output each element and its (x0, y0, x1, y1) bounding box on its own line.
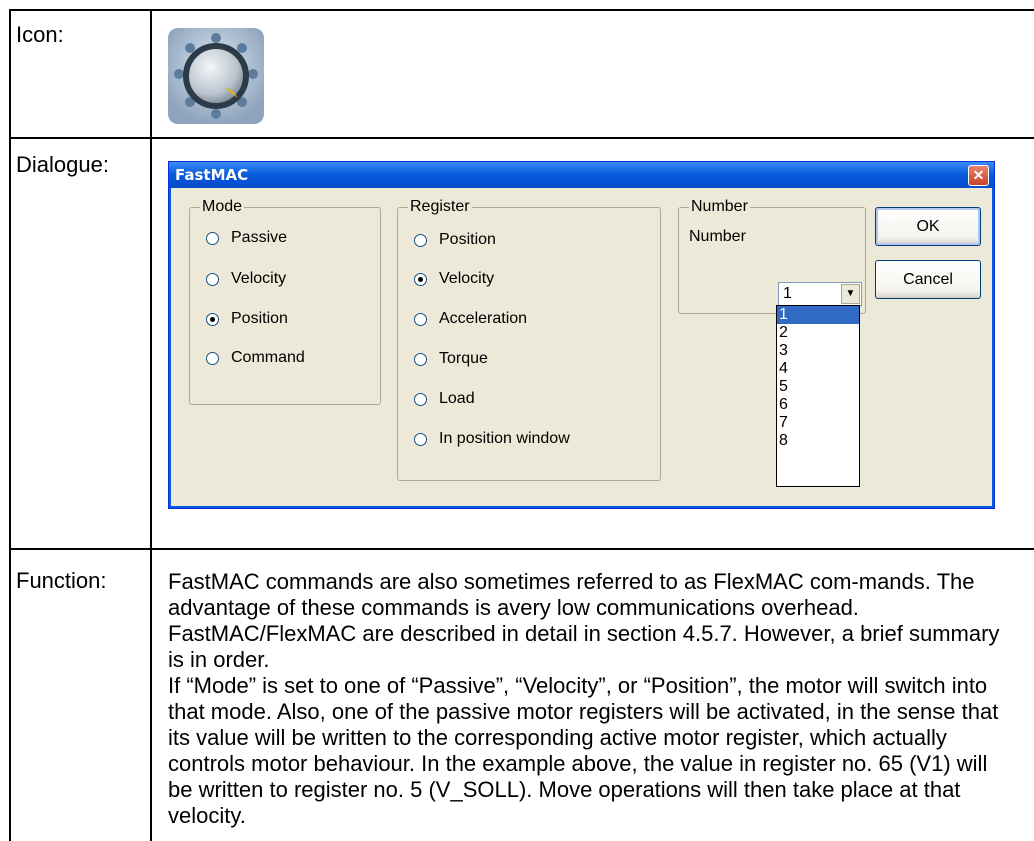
radio-label: In position window (439, 430, 570, 447)
dropdown-option[interactable]: 4 (777, 360, 859, 378)
table-row-divider (9, 137, 1034, 139)
radio-label: Torque (439, 350, 488, 367)
radio-button-icon (414, 352, 427, 366)
radio-button-icon (206, 231, 219, 245)
radio-label: Position (231, 310, 288, 327)
cancel-button[interactable]: Cancel (875, 260, 981, 299)
number-select[interactable]: 1 ▼ (778, 282, 862, 306)
radio-label: Position (439, 231, 496, 248)
function-row-label: Function: (16, 568, 107, 593)
register-radio-velocity[interactable]: Velocity (414, 269, 494, 289)
radio-label: Command (231, 349, 305, 366)
dialog-titlebar: FastMAC ✕ (169, 162, 994, 188)
radio-button-selected-icon (414, 272, 427, 286)
dropdown-option[interactable]: 8 (777, 432, 859, 450)
radio-label: Passive (231, 229, 288, 246)
register-radio-load[interactable]: Load (414, 389, 475, 409)
radio-button-icon (414, 233, 427, 247)
register-group-legend: Register (408, 198, 472, 216)
table-column-divider (150, 9, 152, 841)
mode-group-legend: Mode (200, 198, 245, 216)
table-top-border (9, 9, 1034, 11)
dropdown-option[interactable]: 7 (777, 414, 859, 432)
dropdown-option[interactable]: 6 (777, 396, 859, 414)
register-radio-in-position-window[interactable]: In position window (414, 429, 570, 449)
knob-icon (168, 28, 264, 124)
table-left-border (9, 9, 11, 841)
radio-button-icon (414, 432, 427, 446)
radio-label: Velocity (439, 270, 495, 287)
number-label: Number (689, 228, 746, 245)
radio-button-selected-icon (206, 312, 219, 326)
ok-button[interactable]: OK (875, 207, 981, 246)
icon-row-label: Icon: (16, 22, 64, 47)
function-paragraph: FastMAC commands are also sometimes refe… (168, 569, 1000, 672)
number-select-value: 1 (783, 285, 792, 302)
radio-button-icon (206, 272, 219, 286)
radio-button-icon (414, 312, 427, 326)
radio-button-icon (206, 351, 219, 365)
table-row-divider (9, 548, 1034, 550)
number-dropdown-list: 1 2 3 4 5 6 7 8 (776, 305, 860, 487)
mode-radio-velocity[interactable]: Velocity (206, 269, 286, 289)
dialog-body: Mode Passive Velocity Position Command R… (172, 188, 991, 505)
register-group: Register Position Velocity Acceleration … (397, 198, 661, 481)
dropdown-option[interactable]: 2 (777, 324, 859, 342)
function-description: FastMAC commands are also sometimes refe… (168, 569, 1008, 829)
number-group-legend: Number (689, 198, 750, 216)
dropdown-option[interactable]: 3 (777, 342, 859, 360)
mode-radio-command[interactable]: Command (206, 348, 305, 368)
mode-group: Mode Passive Velocity Position Command (189, 198, 381, 405)
radio-label: Load (439, 390, 475, 407)
register-radio-position[interactable]: Position (414, 230, 496, 250)
radio-label: Velocity (231, 270, 287, 287)
dropdown-option[interactable]: 1 (777, 306, 859, 324)
dropdown-option[interactable]: 5 (777, 378, 859, 396)
dialog-title: FastMAC (175, 166, 249, 184)
close-icon[interactable]: ✕ (968, 165, 989, 186)
fastmac-dialog: FastMAC ✕ Mode Passive Velocity Position… (168, 161, 995, 509)
function-paragraph: If “Mode” is set to one of “Passive”, “V… (168, 673, 999, 828)
register-radio-torque[interactable]: Torque (414, 349, 488, 369)
radio-button-icon (414, 392, 427, 406)
radio-label: Acceleration (439, 310, 528, 327)
register-radio-acceleration[interactable]: Acceleration (414, 309, 527, 329)
mode-radio-position[interactable]: Position (206, 309, 288, 329)
chevron-down-icon[interactable]: ▼ (841, 284, 860, 304)
mode-radio-passive[interactable]: Passive (206, 228, 287, 248)
dialogue-row-label: Dialogue: (16, 152, 109, 177)
